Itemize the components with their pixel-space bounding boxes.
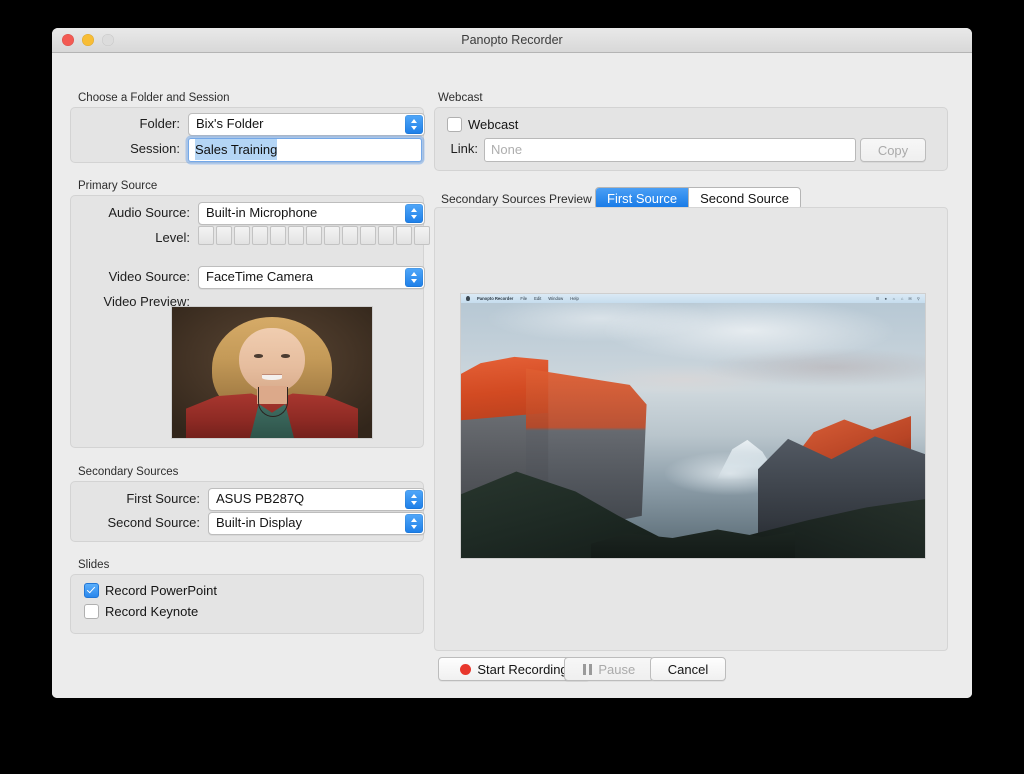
audio-level-meter xyxy=(198,226,430,245)
second-source-value: Built-in Display xyxy=(216,513,400,533)
apple-logo-icon xyxy=(466,296,470,301)
captured-menu-help: Help xyxy=(570,296,579,301)
level-meter-segment xyxy=(360,226,376,245)
audio-source-value: Built-in Microphone xyxy=(206,203,400,223)
video-preview-frame xyxy=(171,306,373,439)
record-powerpoint-checkbox-row[interactable]: Record PowerPoint xyxy=(84,583,217,598)
first-source-label: First Source: xyxy=(62,491,200,506)
first-source-value: ASUS PB287Q xyxy=(216,489,400,509)
start-recording-label: Start Recording xyxy=(477,662,567,677)
second-source-popup-button[interactable]: Built-in Display xyxy=(208,512,425,535)
title-bar[interactable]: Panopto Recorder xyxy=(52,28,972,53)
pause-label: Pause xyxy=(598,662,635,677)
session-input[interactable]: Sales Training xyxy=(188,138,422,162)
record-keynote-checkbox[interactable] xyxy=(84,604,99,619)
window-title: Panopto Recorder xyxy=(52,28,972,52)
webcast-link-label: Link: xyxy=(432,141,478,156)
captured-menu-window: Window xyxy=(548,296,563,301)
tab-second-source[interactable]: Second Source xyxy=(688,188,800,209)
level-meter-segment xyxy=(306,226,322,245)
captured-menu-bar: Panopto Recorder File Edit Window Help ☰… xyxy=(461,294,925,303)
video-source-popup-button[interactable]: FaceTime Camera xyxy=(198,266,425,289)
pause-button[interactable]: Pause xyxy=(564,657,654,681)
tab-first-source[interactable]: First Source xyxy=(596,188,688,209)
video-source-value: FaceTime Camera xyxy=(206,267,400,287)
chevron-updown-icon[interactable] xyxy=(405,514,423,533)
level-meter-segment xyxy=(252,226,268,245)
level-meter-segment xyxy=(234,226,250,245)
webcast-group-title: Webcast xyxy=(438,92,483,104)
level-meter-segment xyxy=(324,226,340,245)
first-source-popup-button[interactable]: ASUS PB287Q xyxy=(208,488,425,511)
session-label: Session: xyxy=(62,141,180,156)
session-input-value: Sales Training xyxy=(195,139,277,160)
webcast-link-input[interactable]: None xyxy=(484,138,856,162)
level-meter-segment xyxy=(288,226,304,245)
captured-app-name: Panopto Recorder xyxy=(477,296,513,301)
audio-source-popup-button[interactable]: Built-in Microphone xyxy=(198,202,425,225)
screen-capture-image: Panopto Recorder File Edit Window Help ☰… xyxy=(461,294,925,558)
second-source-label: Second Source: xyxy=(62,515,200,530)
captured-menu-file: File xyxy=(520,296,527,301)
folder-popup-value: Bix's Folder xyxy=(196,114,400,134)
record-dot-icon xyxy=(460,664,471,675)
chevron-updown-icon[interactable] xyxy=(405,268,423,287)
primary-source-group-title: Primary Source xyxy=(78,180,157,192)
chevron-updown-icon[interactable] xyxy=(405,204,423,223)
level-meter-segment xyxy=(396,226,412,245)
webcast-checkbox[interactable] xyxy=(447,117,462,132)
secondary-preview-label: Secondary Sources Preview xyxy=(441,192,592,206)
record-powerpoint-checkbox[interactable] xyxy=(84,583,99,598)
secondary-sources-group-title: Secondary Sources xyxy=(78,466,178,478)
webcast-link-placeholder: None xyxy=(491,139,522,160)
level-meter-segment xyxy=(414,226,430,245)
folder-popup-button[interactable]: Bix's Folder xyxy=(188,113,425,136)
record-keynote-label: Record Keynote xyxy=(105,604,198,619)
slides-group-title: Slides xyxy=(78,559,109,571)
record-keynote-checkbox-row[interactable]: Record Keynote xyxy=(84,604,198,619)
chevron-updown-icon[interactable] xyxy=(405,115,423,134)
panopto-recorder-window: Panopto Recorder Choose a Folder and Ses… xyxy=(52,28,972,698)
level-meter-segment xyxy=(216,226,232,245)
copy-button[interactable]: Copy xyxy=(860,138,926,162)
level-meter-segment xyxy=(270,226,286,245)
video-source-label: Video Source: xyxy=(62,269,190,284)
folder-session-group-title: Choose a Folder and Session xyxy=(78,92,230,104)
secondary-preview-panel: Panopto Recorder File Edit Window Help ☰… xyxy=(434,207,948,651)
webcast-checkbox-row[interactable]: Webcast xyxy=(447,117,518,132)
cancel-label: Cancel xyxy=(668,662,708,677)
level-meter-segment xyxy=(378,226,394,245)
record-powerpoint-label: Record PowerPoint xyxy=(105,583,217,598)
screen-capture-frame: Panopto Recorder File Edit Window Help ☰… xyxy=(460,293,926,559)
webcam-preview-image xyxy=(172,307,372,438)
chevron-updown-icon[interactable] xyxy=(405,490,423,509)
captured-menu-edit: Edit xyxy=(534,296,541,301)
level-meter-segment xyxy=(342,226,358,245)
window-body: Choose a Folder and Session Folder: Bix'… xyxy=(52,53,972,698)
level-label: Level: xyxy=(62,230,190,245)
level-meter-segment xyxy=(198,226,214,245)
audio-source-label: Audio Source: xyxy=(62,205,190,220)
cancel-button[interactable]: Cancel xyxy=(650,657,726,681)
pause-icon xyxy=(583,664,593,675)
captured-status-icons: ☰●☼⌂✉⚲ xyxy=(876,296,920,301)
copy-button-label: Copy xyxy=(878,143,908,158)
webcast-checkbox-label: Webcast xyxy=(468,117,518,132)
folder-label: Folder: xyxy=(62,116,180,131)
